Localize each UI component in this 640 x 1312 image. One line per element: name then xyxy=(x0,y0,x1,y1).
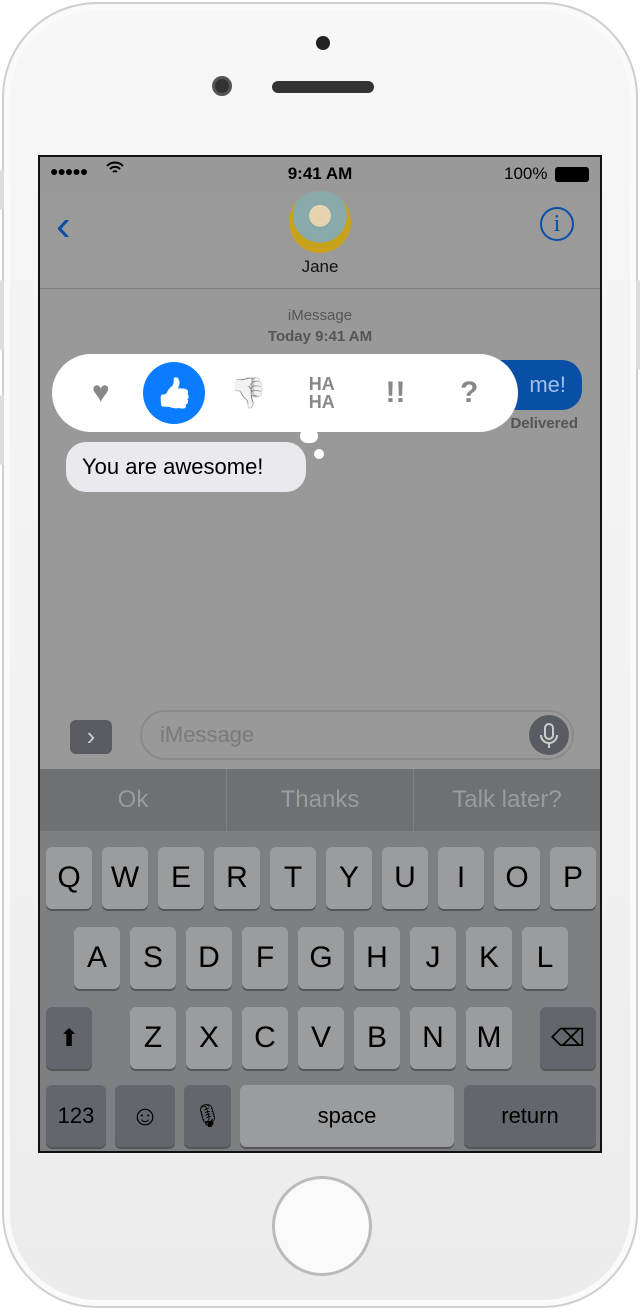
key-j[interactable]: J xyxy=(410,927,456,989)
shift-icon: ⬆ xyxy=(58,1024,80,1052)
key-x[interactable]: X xyxy=(186,1007,232,1069)
proximity-sensor xyxy=(316,36,330,50)
return-key[interactable]: return xyxy=(464,1085,596,1147)
key-i[interactable]: I xyxy=(438,847,484,909)
received-message-bubble[interactable]: You are awesome! xyxy=(66,442,306,492)
tapback-thumbs-down[interactable]: 👎 xyxy=(217,362,279,424)
power-button[interactable] xyxy=(636,280,640,370)
info-button[interactable]: i xyxy=(540,207,574,241)
suggestion-talk-later[interactable]: Talk later? xyxy=(414,769,600,831)
key-g[interactable]: G xyxy=(298,927,344,989)
mute-switch[interactable] xyxy=(0,170,4,210)
key-s[interactable]: S xyxy=(130,927,176,989)
key-d[interactable]: D xyxy=(186,927,232,989)
shift-key[interactable]: ⬆ xyxy=(46,1007,92,1069)
emoji-icon: ☺ xyxy=(130,1100,160,1131)
nav-bar: ‹ Jane i xyxy=(40,191,600,289)
tapback-haha[interactable]: HA HA xyxy=(291,362,353,424)
key-a[interactable]: A xyxy=(74,927,120,989)
emoji-key[interactable]: ☺ xyxy=(115,1085,175,1147)
tapback-exclamation[interactable]: !! xyxy=(364,362,426,424)
key-o[interactable]: O xyxy=(494,847,540,909)
key-q[interactable]: Q xyxy=(46,847,92,909)
tapback-tail-dot xyxy=(314,449,324,459)
earpiece-speaker xyxy=(272,81,374,93)
key-v[interactable]: V xyxy=(298,1007,344,1069)
dictation-key[interactable]: 🎙 xyxy=(184,1085,231,1147)
battery-percent: 100% xyxy=(504,164,548,183)
key-w[interactable]: W xyxy=(102,847,148,909)
front-camera xyxy=(212,76,232,96)
haha-icon: HA HA xyxy=(308,374,335,412)
timestamp: Today 9:41 AM xyxy=(267,328,373,345)
service-label: iMessage xyxy=(287,307,353,324)
key-n[interactable]: N xyxy=(410,1007,456,1069)
key-k[interactable]: K xyxy=(466,927,512,989)
key-f[interactable]: F xyxy=(242,927,288,989)
expand-apps-button[interactable]: › xyxy=(70,720,112,754)
dictation-button[interactable] xyxy=(529,715,569,755)
key-e[interactable]: E xyxy=(158,847,204,909)
thumbs-up-icon: 👍 xyxy=(155,376,194,410)
delete-icon: ⌫ xyxy=(551,1024,585,1052)
key-h[interactable]: H xyxy=(354,927,400,989)
thumbs-down-icon: 👎 xyxy=(229,376,267,410)
exclamation-icon: !! xyxy=(385,376,406,409)
suggestion-ok[interactable]: Ok xyxy=(40,769,227,831)
screen: ●●●●● 9:41 AM 100% ‹ Jane i iMessage Tod… xyxy=(38,155,602,1153)
contact-name[interactable]: Jane xyxy=(40,257,600,277)
quicktype-bar: Ok Thanks Talk later? xyxy=(40,769,600,831)
question-icon: ? xyxy=(459,376,479,409)
battery-icon xyxy=(555,167,589,182)
numbers-key[interactable]: 123 xyxy=(46,1085,106,1147)
key-y[interactable]: Y xyxy=(326,847,372,909)
key-z[interactable]: Z xyxy=(130,1007,176,1069)
tapback-question[interactable]: ? xyxy=(438,362,500,424)
heart-icon: ♥ xyxy=(91,376,110,409)
key-t[interactable]: T xyxy=(270,847,316,909)
tapback-thumbs-up[interactable]: 👍 xyxy=(143,362,206,424)
message-input-placeholder: iMessage xyxy=(160,722,255,747)
microphone-icon: 🎙 xyxy=(193,1103,222,1128)
key-p[interactable]: P xyxy=(550,847,596,909)
keyboard: Ok Thanks Talk later? QWERTYUIOP ASDFGHJK… xyxy=(40,769,600,1151)
space-key[interactable]: space xyxy=(240,1085,454,1147)
key-m[interactable]: M xyxy=(466,1007,512,1069)
delete-key[interactable]: ⌫ xyxy=(540,1007,596,1069)
tapback-heart[interactable]: ♥ xyxy=(70,362,132,424)
contact-avatar[interactable] xyxy=(289,191,351,253)
home-button[interactable] xyxy=(272,1176,372,1276)
suggestion-thanks[interactable]: Thanks xyxy=(227,769,414,831)
status-bar: ●●●●● 9:41 AM 100% xyxy=(40,157,600,191)
volume-down-button[interactable] xyxy=(0,395,4,465)
message-input[interactable]: iMessage xyxy=(140,710,574,760)
key-r[interactable]: R xyxy=(214,847,260,909)
key-u[interactable]: U xyxy=(382,847,428,909)
volume-up-button[interactable] xyxy=(0,280,4,350)
microphone-icon xyxy=(540,723,558,748)
key-l[interactable]: L xyxy=(522,927,568,989)
key-b[interactable]: B xyxy=(354,1007,400,1069)
tapback-menu: ♥ 👍 👎 HA HA !! ? xyxy=(52,354,518,432)
back-button[interactable]: ‹ xyxy=(56,201,71,251)
key-c[interactable]: C xyxy=(242,1007,288,1069)
